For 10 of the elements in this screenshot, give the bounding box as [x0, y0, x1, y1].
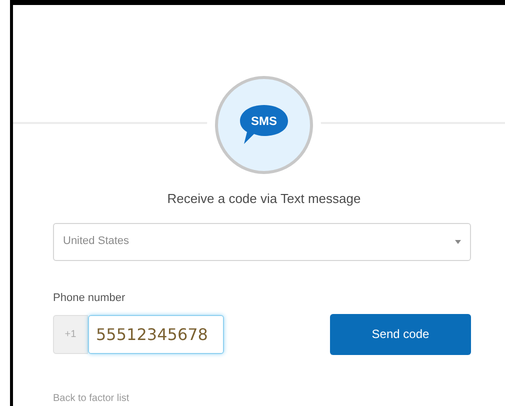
heading: Receive a code via Text message	[167, 190, 361, 208]
back-link[interactable]: Back to factor list	[53, 392, 130, 404]
speech-bubble-icon	[238, 103, 290, 147]
country-code: +1	[53, 314, 88, 354]
caret-icon	[455, 240, 461, 244]
sms-label: SMS	[250, 113, 278, 130]
send-code-button[interactable]: Send code	[330, 314, 471, 354]
phone-input[interactable]: 55512345678	[88, 314, 224, 354]
country-select[interactable]: United States	[53, 222, 471, 260]
phone-label: Phone number	[53, 292, 126, 304]
